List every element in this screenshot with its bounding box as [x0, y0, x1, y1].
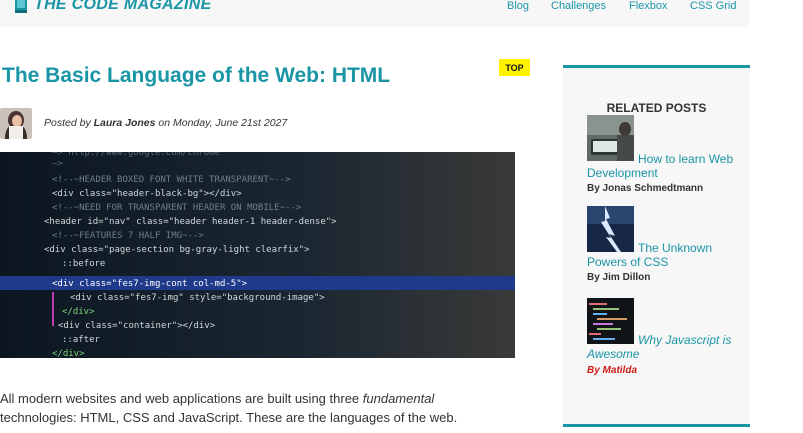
svg-text:—>: —>	[52, 159, 63, 169]
code-line: </div>	[62, 307, 95, 317]
code-line: </div>	[52, 349, 85, 358]
article-byline: Posted by Laura Jones on Monday, June 21…	[44, 117, 287, 129]
code-line: ::before	[62, 259, 105, 269]
byline-author[interactable]: Laura Jones	[94, 117, 156, 129]
book-icon	[15, 0, 27, 13]
related-posts-sidebar: RELATED POSTS How to learn Web Developme…	[563, 65, 750, 427]
code-line: <!--~NEED FOR TRANSPARENT HEADER ON MOBI…	[52, 203, 302, 213]
post-author: By Jim Dillon	[587, 272, 651, 283]
code-line: <!--~FEATURES 7 HALF IMG~-->	[52, 231, 204, 241]
article-title: The Basic Language of the Web: HTML	[2, 64, 391, 87]
post-author: By Jonas Schmedtmann	[587, 183, 704, 194]
nav-blog[interactable]: Blog	[507, 0, 529, 12]
code-line: <header id="nav" class="header header-1 …	[44, 217, 337, 227]
byline-prefix: Posted by	[44, 117, 94, 129]
intro-emphasis: fundamental	[362, 391, 435, 406]
site-title: THE CODE MAGAZINE	[34, 0, 212, 13]
code-line: <div class="container"></div>	[58, 321, 216, 331]
post-author: By Matilda	[587, 365, 638, 376]
code-line: <!--~HEADER BOXED FONT WHITE TRANSPARENT…	[52, 175, 291, 185]
post-title-link[interactable]: Why Javascript is Awesome	[587, 333, 737, 361]
code-line: ::after	[62, 335, 101, 345]
code-line: <div class="fes7-img-cont col-md-5">	[52, 279, 248, 289]
post-title-link[interactable]: The Unknown Powers of CSS	[587, 241, 737, 269]
nav-challenges[interactable]: Challenges	[551, 0, 606, 12]
site-logo[interactable]: THE CODE MAGAZINE	[14, 0, 212, 14]
intro-text-1: All modern websites and web applications…	[0, 391, 363, 406]
intro-text-2: technologies: HTML, CSS and JavaScript. …	[0, 410, 458, 425]
nav-flexbox[interactable]: Flexbox	[629, 0, 668, 12]
top-badge: TOP	[499, 59, 530, 76]
code-line: <div class="page-section bg-gray-light c…	[44, 245, 310, 255]
code-line: <div class="header-black-bg"></div>	[52, 189, 242, 199]
author-avatar	[0, 108, 32, 139]
hero-code-image: —> http://www.google.com/chrome —> <!--~…	[0, 152, 515, 358]
code-line: <div class="fes7-img" style="background-…	[70, 293, 325, 303]
svg-text:—> http://www.google.com/chro: —> http://www.google.com/chrome	[52, 152, 220, 158]
byline-date: on Monday, June 21st 2027	[155, 117, 288, 129]
sidebar-title: RELATED POSTS	[606, 101, 707, 115]
post-title-link[interactable]: How to learn Web Development	[587, 152, 737, 180]
site-header: THE CODE MAGAZINE Blog Challenges Flexbo…	[0, 0, 750, 27]
nav-css-grid[interactable]: CSS Grid	[690, 0, 736, 12]
article-intro: All modern websites and web applications…	[0, 389, 510, 427]
